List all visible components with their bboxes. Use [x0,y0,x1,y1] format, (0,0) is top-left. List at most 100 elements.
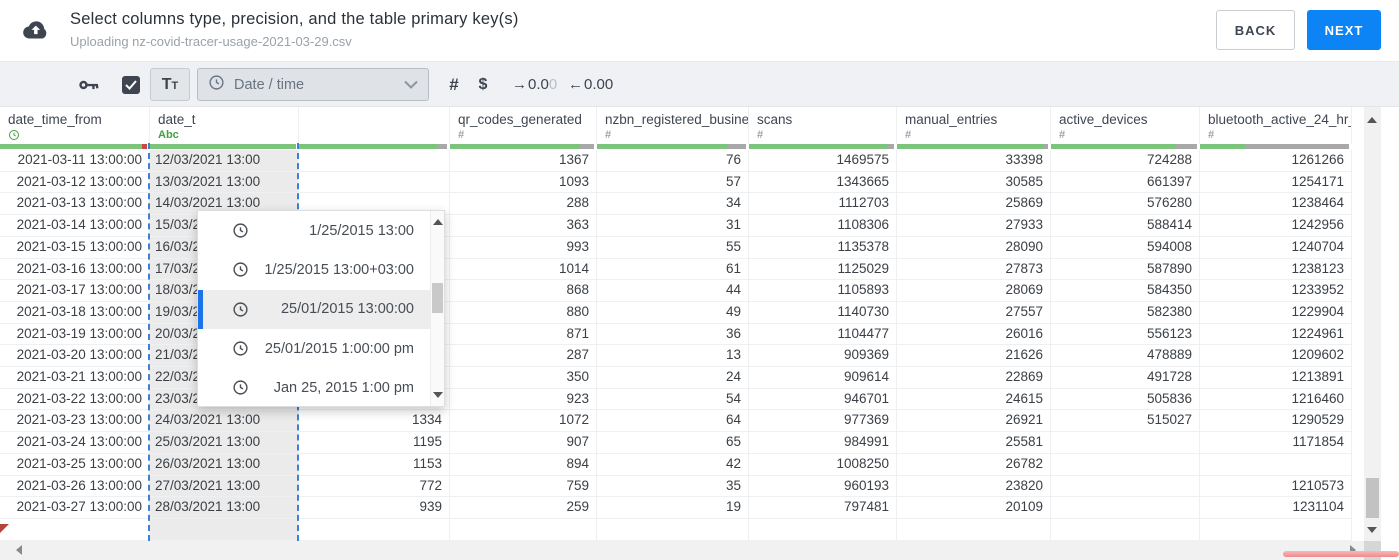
table-cell[interactable]: 1153 [299,453,450,476]
dropdown-scroll-up-arrow[interactable] [433,219,443,225]
table-cell[interactable]: 2021-03-11 13:00:00 [0,150,150,172]
table-cell[interactable]: 1210573 [1200,475,1352,498]
table-cell[interactable]: 1216460 [1200,388,1352,411]
table-cell[interactable]: 13/03/2021 13:00 [150,171,299,194]
table-cell[interactable] [1051,518,1200,541]
table-cell[interactable]: 35 [597,475,749,498]
table-cell[interactable]: 1240704 [1200,236,1352,259]
table-cell[interactable]: 28090 [897,236,1051,259]
table-cell[interactable]: 2021-03-20 13:00:00 [0,345,150,368]
column-header-col-3[interactable] [299,107,450,144]
table-cell[interactable]: 1224961 [1200,323,1352,346]
table-cell[interactable]: 24/03/2021 13:00 [150,410,299,433]
table-cell[interactable] [150,518,299,541]
table-cell[interactable]: 2021-03-21 13:00:00 [0,367,150,389]
table-cell[interactable]: 2021-03-26 13:00:00 [0,475,150,498]
table-cell[interactable]: 26/03/2021 13:00 [150,453,299,476]
table-cell[interactable]: 1213891 [1200,367,1352,389]
table-cell[interactable]: 1231104 [1200,497,1352,519]
table-cell[interactable]: 1238123 [1200,258,1352,281]
table-cell[interactable]: 65 [597,432,749,454]
table-cell[interactable]: 505836 [1051,388,1200,411]
column-header-qr_codes_generated[interactable]: qr_codes_generated # [450,107,597,144]
table-cell[interactable] [597,518,749,541]
table-cell[interactable]: 2021-03-19 13:00:00 [0,323,150,346]
table-cell[interactable]: 960193 [749,475,897,498]
table-cell[interactable]: 61 [597,258,749,281]
primary-key-icon[interactable] [77,62,101,107]
table-cell[interactable]: 30585 [897,171,1051,194]
format-option[interactable]: Jan 25, 2015 1:00 pm [198,368,444,407]
table-cell[interactable]: 1125029 [749,258,897,281]
table-cell[interactable]: 34 [597,193,749,216]
table-cell[interactable]: 287 [450,345,597,368]
format-option[interactable]: 25/01/2015 1:00:00 pm [198,329,444,368]
table-cell[interactable]: 1229904 [1200,301,1352,324]
table-cell[interactable]: 759 [450,475,597,498]
vertical-scrollbar-thumb[interactable] [1366,478,1379,518]
table-cell[interactable]: 2021-03-25 13:00:00 [0,453,150,476]
table-cell[interactable]: 1343665 [749,171,897,194]
table-cell[interactable]: 587890 [1051,258,1200,281]
table-cell[interactable] [897,518,1051,541]
table-cell[interactable]: 1112703 [749,193,897,216]
format-option[interactable]: 1/25/2015 13:00 [198,211,444,250]
table-cell[interactable]: 1135378 [749,236,897,259]
table-cell[interactable]: 797481 [749,497,897,519]
table-cell[interactable]: 2021-03-22 13:00:00 [0,388,150,411]
table-cell[interactable]: 939 [299,497,450,519]
table-cell[interactable] [1051,453,1200,476]
dropdown-scrollbar-thumb[interactable] [432,283,443,314]
table-cell[interactable]: 2021-03-15 13:00:00 [0,236,150,259]
table-cell[interactable]: 584350 [1051,280,1200,302]
table-cell[interactable]: 868 [450,280,597,302]
table-cell[interactable]: 993 [450,236,597,259]
table-cell[interactable]: 2021-03-18 13:00:00 [0,301,150,324]
column-header-scans[interactable]: scans # [749,107,897,144]
table-cell[interactable]: 1014 [450,258,597,281]
table-cell[interactable]: 288 [450,193,597,216]
table-cell[interactable]: 946701 [749,388,897,411]
table-cell[interactable]: 1195 [299,432,450,454]
table-cell[interactable]: 24615 [897,388,1051,411]
scroll-left-arrow[interactable] [16,545,22,555]
table-cell[interactable]: 880 [450,301,597,324]
horizontal-scrollbar-pink-thumb[interactable] [1283,551,1399,557]
column-header-nzbn_registered_busine[interactable]: nzbn_registered_busine # [597,107,749,144]
table-cell[interactable]: 54 [597,388,749,411]
column-header-bluetooth_active_24_hr_[interactable]: bluetooth_active_24_hr_ # [1200,107,1352,144]
table-cell[interactable]: 363 [450,215,597,237]
table-cell[interactable] [749,518,897,541]
dropdown-scroll-down-arrow[interactable] [433,392,443,398]
table-cell[interactable]: 1008250 [749,453,897,476]
table-cell[interactable]: 55 [597,236,749,259]
table-cell[interactable]: 64 [597,410,749,433]
table-cell[interactable]: 26921 [897,410,1051,433]
table-cell[interactable]: 2021-03-14 13:00:00 [0,215,150,237]
table-cell[interactable]: 76 [597,150,749,172]
table-cell[interactable]: 57 [597,171,749,194]
column-header-date_time_from[interactable]: date_time_from [0,107,150,144]
table-cell[interactable]: 42 [597,453,749,476]
table-cell[interactable]: 1105893 [749,280,897,302]
table-cell[interactable]: 1367 [450,150,597,172]
table-cell[interactable]: 909369 [749,345,897,368]
number-type-button[interactable]: # [443,62,465,107]
column-type-select[interactable]: Date / time [197,68,429,101]
table-cell[interactable]: 923 [450,388,597,411]
table-cell[interactable]: 1209602 [1200,345,1352,368]
table-cell[interactable]: 23820 [897,475,1051,498]
table-cell[interactable]: 27933 [897,215,1051,237]
table-cell[interactable]: 478889 [1051,345,1200,368]
back-button[interactable]: BACK [1216,10,1295,50]
scroll-down-arrow[interactable] [1367,527,1377,533]
table-cell[interactable]: 594008 [1051,236,1200,259]
table-cell[interactable]: 1108306 [749,215,897,237]
table-cell[interactable]: 1469575 [749,150,897,172]
table-cell[interactable]: 576280 [1051,193,1200,216]
vertical-scrollbar[interactable] [1364,107,1381,541]
table-cell[interactable] [1051,475,1200,498]
table-cell[interactable]: 909614 [749,367,897,389]
table-cell[interactable]: 21626 [897,345,1051,368]
table-cell[interactable]: 44 [597,280,749,302]
